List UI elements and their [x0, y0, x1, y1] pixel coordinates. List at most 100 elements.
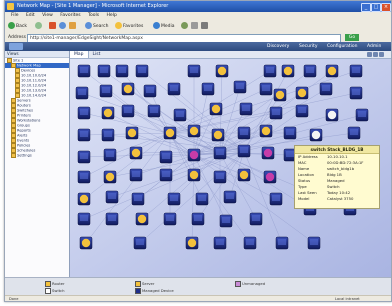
device-node[interactable] [349, 64, 363, 78]
device-node[interactable] [215, 64, 229, 78]
device-node[interactable] [213, 170, 227, 184]
device-node[interactable] [263, 170, 277, 184]
device-node[interactable] [325, 108, 339, 122]
device-node[interactable] [185, 236, 199, 250]
device-node[interactable] [125, 126, 139, 140]
back-button[interactable]: Back [8, 22, 27, 31]
go-button[interactable]: Go [345, 34, 359, 41]
device-node[interactable] [135, 64, 149, 78]
device-node[interactable] [219, 214, 233, 228]
device-node[interactable] [269, 106, 283, 120]
device-node[interactable] [167, 82, 181, 96]
stop-button[interactable] [49, 22, 57, 31]
device-node[interactable] [163, 126, 177, 140]
device-node[interactable] [105, 190, 119, 204]
device-node[interactable] [131, 192, 145, 206]
forward-button[interactable] [35, 22, 43, 31]
device-node[interactable] [275, 236, 289, 250]
device-node[interactable] [159, 168, 173, 182]
device-node[interactable] [237, 168, 251, 182]
device-node[interactable] [77, 106, 91, 120]
device-node[interactable] [135, 212, 149, 226]
device-node[interactable] [159, 150, 173, 164]
device-node[interactable] [237, 126, 251, 140]
tree-item[interactable]: Settings [5, 153, 69, 158]
close-button[interactable]: × [381, 3, 391, 12]
nav-admin[interactable]: Admin [367, 42, 381, 51]
device-node[interactable] [103, 148, 117, 162]
history-button[interactable] [181, 22, 189, 31]
device-node[interactable] [273, 88, 287, 102]
device-node[interactable] [101, 106, 115, 120]
device-node[interactable] [295, 86, 309, 100]
menu-help[interactable]: Help [107, 13, 117, 18]
fit-icon[interactable] [379, 52, 384, 57]
print-button[interactable] [201, 22, 209, 31]
nav-discovery[interactable]: Discovery [267, 42, 289, 51]
nav-security[interactable]: Security [299, 42, 317, 51]
device-node[interactable] [259, 82, 273, 96]
device-node[interactable] [263, 64, 277, 78]
device-node[interactable] [103, 170, 117, 184]
tab-list[interactable]: List [89, 52, 105, 57]
maximize-button[interactable]: □ [371, 3, 381, 12]
device-node[interactable] [319, 82, 333, 96]
menu-edit[interactable]: Edit [26, 13, 35, 18]
favorites-button[interactable]: Favorites [115, 22, 143, 31]
device-node[interactable] [77, 64, 91, 78]
device-node[interactable] [77, 212, 91, 226]
device-node[interactable] [75, 86, 89, 100]
device-node[interactable] [347, 126, 361, 140]
device-node[interactable] [101, 128, 115, 142]
device-node[interactable] [77, 170, 91, 184]
nav-configuration[interactable]: Configuration [327, 42, 358, 51]
device-node[interactable] [121, 82, 135, 96]
device-node[interactable] [309, 128, 323, 142]
device-node[interactable] [213, 236, 227, 250]
device-node[interactable] [349, 86, 363, 100]
device-node[interactable] [195, 192, 209, 206]
device-node[interactable] [243, 236, 257, 250]
device-node[interactable] [167, 192, 181, 206]
device-node[interactable] [79, 236, 93, 250]
device-node[interactable] [129, 146, 143, 160]
mail-button[interactable] [191, 22, 199, 31]
device-node[interactable] [173, 108, 187, 122]
device-node[interactable] [303, 64, 317, 78]
device-node[interactable] [191, 212, 205, 226]
device-node[interactable] [261, 146, 275, 160]
device-node[interactable] [237, 144, 251, 158]
device-node[interactable] [143, 84, 157, 98]
device-node[interactable] [147, 104, 161, 118]
search-button[interactable]: Search [85, 22, 108, 31]
tab-map[interactable]: Map [70, 51, 89, 58]
device-node[interactable] [249, 212, 263, 226]
device-node[interactable] [283, 126, 297, 140]
device-node[interactable] [97, 64, 111, 78]
device-node[interactable] [187, 168, 201, 182]
menu-favorites[interactable]: Favorites [60, 13, 80, 18]
device-node[interactable] [209, 102, 223, 116]
menu-view[interactable]: View [42, 13, 53, 18]
device-node[interactable] [281, 64, 295, 78]
minimize-button[interactable]: _ [361, 3, 371, 12]
device-node[interactable] [269, 192, 283, 206]
device-node[interactable] [121, 104, 135, 118]
zoom-in-icon[interactable] [367, 52, 372, 57]
device-node[interactable] [129, 168, 143, 182]
device-node[interactable] [133, 236, 147, 250]
device-node[interactable] [201, 82, 215, 96]
menu-tools[interactable]: Tools [88, 13, 99, 18]
device-node[interactable] [77, 150, 91, 164]
device-node[interactable] [187, 148, 201, 162]
device-node[interactable] [295, 104, 309, 118]
zoom-out-icon[interactable] [373, 52, 378, 57]
device-node[interactable] [223, 190, 237, 204]
device-node[interactable] [187, 124, 201, 138]
device-node[interactable] [115, 64, 129, 78]
device-node[interactable] [355, 108, 369, 122]
device-node[interactable] [239, 102, 253, 116]
media-button[interactable]: Media [153, 22, 175, 31]
device-node[interactable] [325, 64, 339, 78]
menu-file[interactable]: File [11, 13, 19, 18]
